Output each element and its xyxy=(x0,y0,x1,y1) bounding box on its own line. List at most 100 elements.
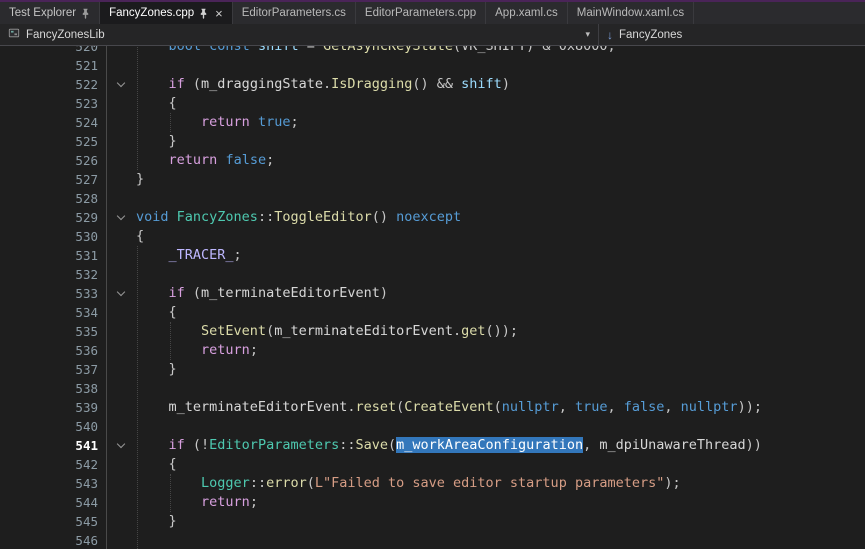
code-line[interactable]: 541 if (!EditorParameters::Save(m_workAr… xyxy=(0,436,865,455)
fold-chevron-icon[interactable] xyxy=(106,75,134,94)
tab-editorparameters-cs[interactable]: EditorParameters.cs xyxy=(233,2,356,24)
code-text: if (m_draggingState.IsDragging() && shif… xyxy=(134,75,510,94)
fold-margin xyxy=(106,379,134,398)
code-line[interactable]: 534 { xyxy=(0,303,865,322)
code-line[interactable]: 544 return; xyxy=(0,493,865,512)
fold-margin xyxy=(106,113,134,132)
fold-margin xyxy=(106,322,134,341)
code-text: } xyxy=(134,132,177,151)
tab-label: EditorParameters.cpp xyxy=(365,7,476,19)
code-line[interactable]: 523 { xyxy=(0,94,865,113)
code-line[interactable]: 533 if (m_terminateEditorEvent) xyxy=(0,284,865,303)
code-line[interactable]: 529void FancyZones::ToggleEditor() noexc… xyxy=(0,208,865,227)
code-text: return; xyxy=(134,341,258,360)
line-number: 532 xyxy=(0,265,106,284)
code-line[interactable]: 526 return false; xyxy=(0,151,865,170)
line-number: 541 xyxy=(0,436,106,455)
project-dropdown[interactable]: FancyZonesLib ▾ xyxy=(0,24,598,45)
tab-test-explorer[interactable]: Test Explorer xyxy=(0,2,100,24)
code-line[interactable]: 538 xyxy=(0,379,865,398)
line-number: 540 xyxy=(0,417,106,436)
fold-margin xyxy=(106,303,134,322)
code-line[interactable]: 535 SetEvent(m_terminateEditorEvent.get(… xyxy=(0,322,865,341)
code-lines-layer: 520 bool const shift = GetAsyncKeyState(… xyxy=(0,46,865,549)
tab-label: Test Explorer xyxy=(9,7,76,19)
fold-margin xyxy=(106,417,134,436)
code-line[interactable]: 528 xyxy=(0,189,865,208)
fold-margin xyxy=(106,189,134,208)
code-line[interactable]: 527} xyxy=(0,170,865,189)
code-line[interactable]: 531 _TRACER_; xyxy=(0,246,865,265)
code-line[interactable]: 545 } xyxy=(0,512,865,531)
code-line[interactable]: 540 xyxy=(0,417,865,436)
line-number: 534 xyxy=(0,303,106,322)
code-text: { xyxy=(134,227,144,246)
project-dropdown-label: FancyZonesLib xyxy=(26,29,105,41)
fold-margin xyxy=(106,360,134,379)
code-text xyxy=(134,531,136,549)
code-text: } xyxy=(134,360,177,379)
line-number: 530 xyxy=(0,227,106,246)
close-icon[interactable]: × xyxy=(215,7,223,20)
code-text: void FancyZones::ToggleEditor() noexcept xyxy=(134,208,461,227)
tab-app-xaml-cs[interactable]: App.xaml.cs xyxy=(486,2,568,24)
code-line[interactable]: 525 } xyxy=(0,132,865,151)
code-text xyxy=(134,417,136,436)
line-number: 542 xyxy=(0,455,106,474)
code-line[interactable]: 524 return true; xyxy=(0,113,865,132)
tab-editorparameters-cpp[interactable]: EditorParameters.cpp xyxy=(356,2,486,24)
code-line[interactable]: 542 { xyxy=(0,455,865,474)
code-text: return false; xyxy=(134,151,274,170)
fold-chevron-icon[interactable] xyxy=(106,284,134,303)
code-line[interactable]: 530 { xyxy=(0,227,865,246)
fold-margin xyxy=(106,151,134,170)
chevron-down-icon[interactable]: ▾ xyxy=(585,30,590,39)
code-text xyxy=(134,56,136,75)
tab-fancyzones-cpp[interactable]: FancyZones.cpp × xyxy=(100,2,233,24)
fold-margin xyxy=(106,341,134,360)
line-number: 533 xyxy=(0,284,106,303)
code-line[interactable]: 536 return; xyxy=(0,341,865,360)
code-line[interactable]: 543 Logger::error(L"Failed to save edito… xyxy=(0,474,865,493)
fold-margin xyxy=(106,493,134,512)
line-number: 539 xyxy=(0,398,106,417)
fold-margin xyxy=(106,46,134,56)
fold-margin xyxy=(106,132,134,151)
line-number: 522 xyxy=(0,75,106,94)
code-line[interactable]: 539 m_terminateEditorEvent.reset(CreateE… xyxy=(0,398,865,417)
code-line[interactable]: 521 xyxy=(0,56,865,75)
line-number: 535 xyxy=(0,322,106,341)
tab-mainwindow-xaml-cs[interactable]: MainWindow.xaml.cs xyxy=(568,2,694,24)
pin-icon[interactable] xyxy=(81,8,90,19)
tab-bar-filler xyxy=(694,2,865,24)
code-text xyxy=(134,379,136,398)
tab-label: EditorParameters.cs xyxy=(242,7,346,19)
fold-chevron-icon[interactable] xyxy=(106,208,134,227)
code-text: return true; xyxy=(134,113,299,132)
fold-margin xyxy=(106,531,134,549)
fold-margin xyxy=(106,56,134,75)
arrow-down-icon: ↓ xyxy=(607,29,613,41)
code-text: SetEvent(m_terminateEditorEvent.get()); xyxy=(134,322,518,341)
code-line[interactable]: 546 xyxy=(0,531,865,549)
fold-chevron-icon[interactable] xyxy=(106,436,134,455)
code-editor[interactable]: 520 bool const shift = GetAsyncKeyState(… xyxy=(0,46,865,549)
code-line[interactable]: 537 } xyxy=(0,360,865,379)
code-line[interactable]: 522 if (m_draggingState.IsDragging() && … xyxy=(0,75,865,94)
code-text: } xyxy=(134,512,177,531)
scope-dropdown[interactable]: ↓ FancyZones xyxy=(599,24,690,45)
line-number: 545 xyxy=(0,512,106,531)
line-number: 544 xyxy=(0,493,106,512)
tab-label: App.xaml.cs xyxy=(495,7,558,19)
line-number: 527 xyxy=(0,170,106,189)
line-number: 538 xyxy=(0,379,106,398)
pin-icon[interactable] xyxy=(199,8,208,19)
code-text: } xyxy=(134,170,144,189)
code-text: bool const shift = GetAsyncKeyState(VK_S… xyxy=(134,46,616,56)
line-number: 524 xyxy=(0,113,106,132)
line-number: 523 xyxy=(0,94,106,113)
line-number: 525 xyxy=(0,132,106,151)
code-line[interactable]: 520 bool const shift = GetAsyncKeyState(… xyxy=(0,46,865,56)
code-line[interactable]: 532 xyxy=(0,265,865,284)
code-text: { xyxy=(134,94,177,113)
